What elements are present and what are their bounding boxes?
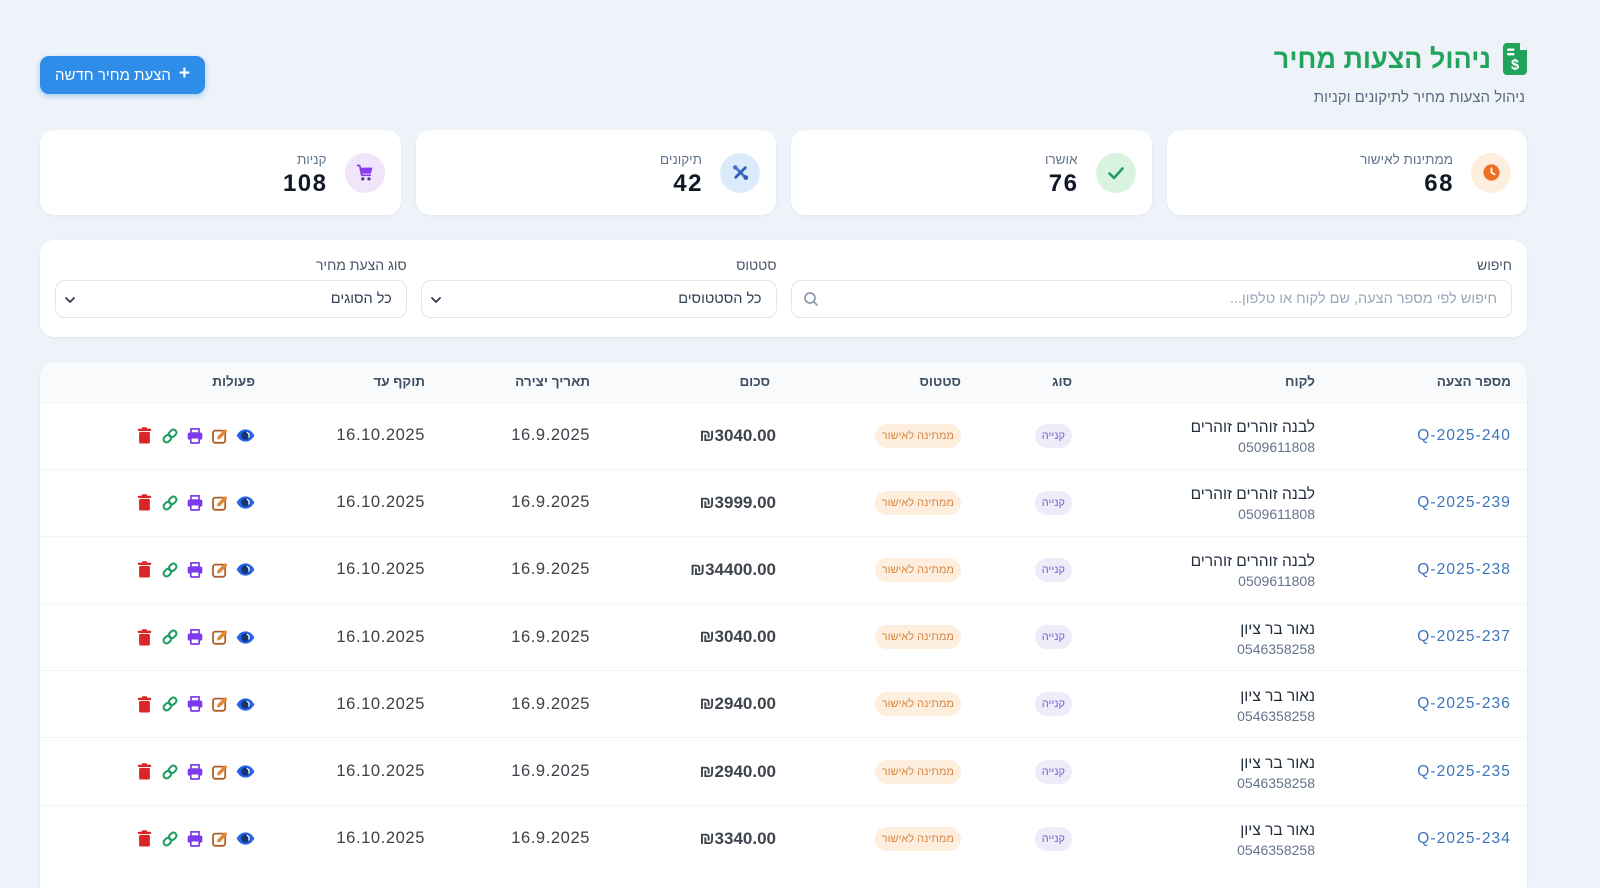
svg-text:$: $ — [1511, 58, 1519, 74]
